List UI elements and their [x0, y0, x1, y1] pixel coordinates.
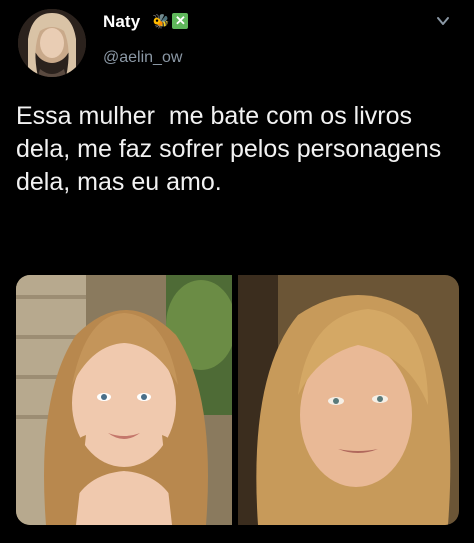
tweet-card: Naty 🐝 ✕ @aelin_ow Essa mulher me bate c…	[0, 0, 474, 543]
chevron-down-icon[interactable]	[436, 14, 450, 28]
tweet-text: Essa mulher me bate com os livros dela, …	[16, 102, 449, 196]
photo-left[interactable]	[16, 275, 232, 525]
user-handle[interactable]: @aelin_ow	[103, 49, 182, 67]
name-badges: 🐝 ✕	[152, 13, 189, 29]
photo-right[interactable]	[238, 275, 459, 525]
media-grid[interactable]	[16, 275, 459, 525]
avatar[interactable]	[18, 9, 86, 77]
display-name[interactable]: Naty	[103, 12, 140, 32]
bee-emoji-icon: 🐝	[152, 13, 170, 29]
cross-mark-icon: ✕	[172, 13, 189, 29]
